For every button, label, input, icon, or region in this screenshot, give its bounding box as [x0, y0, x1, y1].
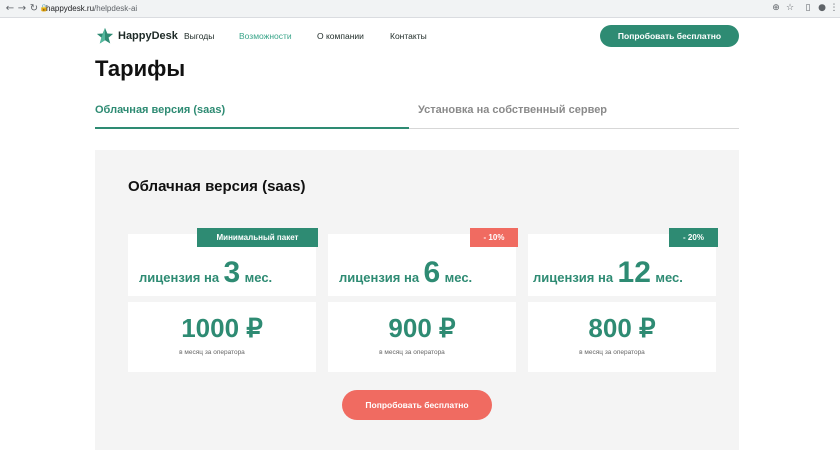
- active-tab-indicator: [95, 127, 409, 129]
- star-logo-icon: [96, 27, 114, 44]
- star-icon[interactable]: ☆: [784, 2, 796, 15]
- site-logo[interactable]: HappyDesk: [96, 27, 186, 47]
- plan-price-note: в месяц за оператора: [179, 349, 245, 356]
- logo-text: HappyDesk: [118, 30, 178, 42]
- nav-link-about[interactable]: О компании: [317, 31, 364, 41]
- license-months: 3: [223, 256, 241, 289]
- browser-toolbar: ← → ↻ 🔒 happydesk.ru/helpdesk-ai ⊕ ☆ ▯ ●…: [0, 0, 840, 18]
- plan-price-note: в месяц за оператора: [579, 349, 645, 356]
- plan-license: лицензия на 3 мес.: [139, 258, 272, 288]
- profile-icon[interactable]: ●: [816, 2, 828, 15]
- license-months: 12: [617, 256, 651, 289]
- nav-link-features[interactable]: Возможности: [239, 31, 292, 41]
- plan-price: 900 ₽: [388, 313, 456, 343]
- forward-icon[interactable]: →: [16, 2, 28, 15]
- nav-link-contacts[interactable]: Контакты: [390, 31, 427, 41]
- license-prefix: лицензия на: [139, 270, 220, 285]
- plan-badge: - 10%: [470, 228, 518, 247]
- page-title: Тарифы: [95, 56, 186, 81]
- plan-license: лицензия на 6 мес.: [339, 258, 472, 288]
- sidebar-icon[interactable]: ▯: [802, 2, 814, 15]
- zoom-icon[interactable]: ⊕: [770, 2, 782, 15]
- license-suffix: мес.: [655, 270, 683, 285]
- menu-icon[interactable]: ⋮: [828, 2, 840, 15]
- plan-price-note: в месяц за оператора: [379, 349, 445, 356]
- tab-self-hosted[interactable]: Установка на собственный сервер: [418, 104, 607, 116]
- license-prefix: лицензия на: [533, 270, 614, 285]
- license-suffix: мес.: [444, 270, 473, 285]
- back-icon[interactable]: ←: [4, 2, 16, 15]
- address-bar[interactable]: happydesk.ru/helpdesk-ai: [46, 3, 137, 15]
- plan-price: 1000 ₽: [181, 313, 263, 343]
- url-host: happydesk.ru: [46, 4, 95, 13]
- license-prefix: лицензия на: [339, 270, 420, 285]
- plan-price: 800 ₽: [588, 313, 656, 343]
- panel-title: Облачная версия (saas): [128, 178, 306, 195]
- license-months: 6: [423, 256, 441, 289]
- plan-badge: Минимальный пакет: [197, 228, 318, 247]
- tab-cloud-version[interactable]: Облачная версия (saas): [95, 104, 225, 116]
- plan-badge: - 20%: [669, 228, 718, 247]
- url-path: /helpdesk-ai: [94, 4, 138, 13]
- nav-link-benefits[interactable]: Выгоды: [184, 31, 214, 41]
- header-try-free-button[interactable]: Попробовать бесплатно: [600, 25, 739, 47]
- plan-license: лицензия на 12 мес.: [533, 258, 683, 288]
- license-suffix: мес.: [244, 270, 273, 285]
- panel-try-free-button[interactable]: Попробовать бесплатно: [342, 390, 492, 420]
